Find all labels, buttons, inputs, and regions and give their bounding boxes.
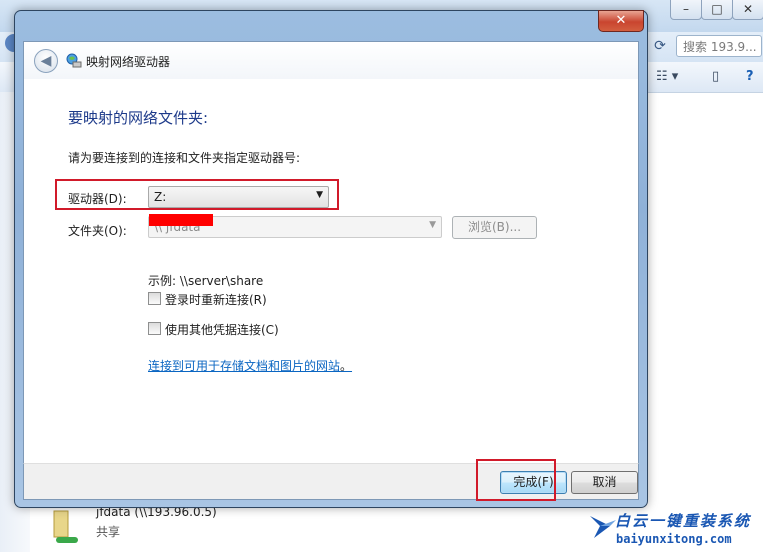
maximize-button[interactable]: □ [701,0,733,20]
redaction-mark [149,214,213,226]
instruction-text: 请为要连接到的连接和文件夹指定驱动器号: [68,151,301,165]
watermark-url: baiyunxitong.com [616,532,732,546]
minimize-button[interactable]: – [670,0,702,20]
dialog-title: 映射网络驱动器 [86,55,171,69]
dropdown-arrow-icon: ▼ [429,220,436,230]
drive-highlight-box [55,179,339,210]
page-heading: 要映射的网络文件夹: [68,109,209,127]
view-options-icon[interactable]: ☷ ▾ [656,68,678,86]
map-network-drive-dialog: ✕ ◀ 映射网络驱动器 要映射的网络文件夹: 请为要连接到的连接和文件夹指定驱动… [14,10,648,508]
refresh-icon[interactable]: ⟳ [651,36,669,56]
shared-item-subtitle: 共享 [96,525,121,539]
credentials-label[interactable]: 使用其他凭据连接(C) [165,321,279,338]
shared-folder-icon [53,510,78,543]
dialog-close-button[interactable]: ✕ [598,10,644,32]
cancel-button[interactable]: 取消 [571,471,638,494]
network-drive-icon [66,53,82,68]
storage-website-link-text[interactable]: 连接到可用于存储文档和图片的网站 [148,359,340,373]
storage-website-link[interactable]: 连接到可用于存储文档和图片的网站。 [148,357,352,374]
folder-label: 文件夹(O): [68,224,127,238]
help-icon[interactable]: ? [746,68,754,86]
credentials-checkbox[interactable] [148,322,161,335]
preview-pane-icon[interactable]: ▯ [712,68,719,86]
watermark-title: 白云一键重装系统 [615,512,752,530]
reconnect-label[interactable]: 登录时重新连接(R) [165,291,267,308]
example-text: 示例: \\server\share [148,274,264,288]
close-window-button[interactable]: ✕ [732,0,763,20]
watermark: 白云一键重装系统 baiyunxitong.com [588,508,763,552]
watermark-logo-icon [590,516,616,538]
reconnect-checkbox[interactable] [148,292,161,305]
finish-highlight-box [476,459,556,501]
browse-button[interactable]: 浏览(B)... [452,216,537,239]
back-arrow-icon[interactable]: ◀ [34,49,58,73]
dialog-body: 要映射的网络文件夹: 请为要连接到的连接和文件夹指定驱动器号: 驱动器(D): … [23,79,639,463]
dialog-header: ◀ 映射网络驱动器 [23,41,639,79]
search-input[interactable]: 搜索 193.9... [676,35,762,57]
link-suffix: 。 [340,359,353,373]
